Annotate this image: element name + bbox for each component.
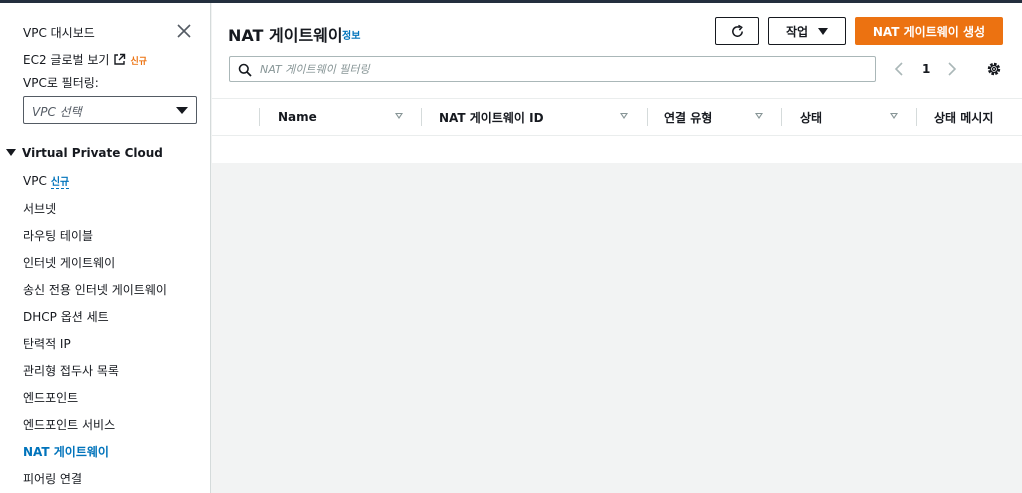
sidebar-item-nat-gateways[interactable]: NAT 게이트웨이 xyxy=(23,443,109,460)
search-icon xyxy=(238,63,252,77)
actions-label: 작업 xyxy=(785,24,809,39)
settings-gear-icon[interactable] xyxy=(986,61,1002,77)
sidebar-item-peering-connections[interactable]: 피어링 연결 xyxy=(23,470,82,487)
column-divider xyxy=(421,108,422,126)
sidebar-item-label: VPC xyxy=(23,174,47,188)
sort-icon[interactable] xyxy=(395,113,403,119)
previous-page-icon[interactable] xyxy=(894,62,904,76)
caret-down-icon xyxy=(6,149,16,156)
column-header-connectivity-type[interactable]: 연결 유형 xyxy=(664,99,712,135)
sidebar-item-endpoints[interactable]: 엔드포인트 xyxy=(23,389,78,406)
refresh-button[interactable] xyxy=(715,17,759,45)
next-page-icon[interactable] xyxy=(947,62,957,76)
info-link[interactable]: 정보 xyxy=(342,27,360,42)
sidebar: VPC 대시보드 EC2 글로벌 보기 신규 VPC로 필터링: VPC 선택 … xyxy=(0,3,211,493)
sidebar-item-elastic-ips[interactable]: 탄력적 IP xyxy=(23,335,71,352)
refresh-icon xyxy=(731,24,743,37)
column-header-state[interactable]: 상태 xyxy=(800,99,822,135)
close-icon[interactable] xyxy=(177,24,191,38)
caret-down-icon xyxy=(818,27,829,35)
vpc-dashboard-link[interactable]: VPC 대시보드 xyxy=(23,24,95,41)
sidebar-item-managed-prefix-lists[interactable]: 관리형 접두사 목록 xyxy=(23,362,119,379)
section-title: Virtual Private Cloud xyxy=(22,146,163,160)
external-link-icon xyxy=(114,53,126,65)
new-badge: 신규 xyxy=(130,57,147,67)
empty-table-body xyxy=(212,137,1022,163)
column-header-nat-gateway-id[interactable]: NAT 게이트웨이 ID xyxy=(439,99,544,135)
column-divider xyxy=(647,108,648,126)
sidebar-item-egress-only-gateways[interactable]: 송신 전용 인터넷 게이트웨이 xyxy=(23,281,167,298)
sidebar-item-subnets[interactable]: 서브넷 xyxy=(23,200,56,217)
sidebar-item-internet-gateways[interactable]: 인터넷 게이트웨이 xyxy=(23,254,115,271)
sort-icon[interactable] xyxy=(620,113,628,119)
column-header-state-message[interactable]: 상태 메시지 xyxy=(934,99,993,135)
actions-dropdown-button[interactable]: 작업 xyxy=(768,17,846,45)
column-divider xyxy=(259,108,260,126)
new-badge: 신규 xyxy=(50,177,70,189)
section-virtual-private-cloud[interactable]: Virtual Private Cloud xyxy=(6,146,163,160)
create-nat-gateway-button[interactable]: NAT 게이트웨이 생성 xyxy=(855,17,1003,45)
ec2-global-view-label[interactable]: EC2 글로벌 보기 xyxy=(23,53,109,67)
column-header-name[interactable]: Name xyxy=(278,99,317,135)
sort-icon[interactable] xyxy=(890,113,898,119)
caret-down-icon xyxy=(176,107,188,114)
search-input[interactable] xyxy=(260,60,860,78)
column-divider xyxy=(916,108,917,126)
sidebar-item-route-tables[interactable]: 라우팅 테이블 xyxy=(23,227,93,244)
sort-icon[interactable] xyxy=(755,113,763,119)
column-divider xyxy=(781,108,782,126)
search-box[interactable] xyxy=(229,56,876,82)
nat-gateways-panel: NAT 게이트웨이 정보 작업 NAT 게이트웨이 생성 1 xyxy=(212,3,1022,163)
vpc-select-value: VPC 선택 xyxy=(32,105,82,119)
sidebar-item-vpc[interactable]: VPC 신규 xyxy=(23,173,70,189)
page-title: NAT 게이트웨이 xyxy=(228,26,343,45)
main-content: NAT 게이트웨이 정보 작업 NAT 게이트웨이 생성 1 xyxy=(212,3,1022,493)
sidebar-item-endpoint-services[interactable]: 엔드포인트 서비스 xyxy=(23,416,115,433)
vpc-select-dropdown[interactable]: VPC 선택 xyxy=(23,96,197,124)
filter-by-vpc-label: VPC로 필터링: xyxy=(23,76,99,90)
current-page-number[interactable]: 1 xyxy=(922,62,930,76)
table-header: Name NAT 게이트웨이 ID 연결 유형 상태 상태 메시지 xyxy=(212,98,1022,136)
ec2-global-view-link[interactable]: EC2 글로벌 보기 신규 xyxy=(23,51,147,68)
sidebar-item-dhcp-option-sets[interactable]: DHCP 옵션 세트 xyxy=(23,308,109,325)
